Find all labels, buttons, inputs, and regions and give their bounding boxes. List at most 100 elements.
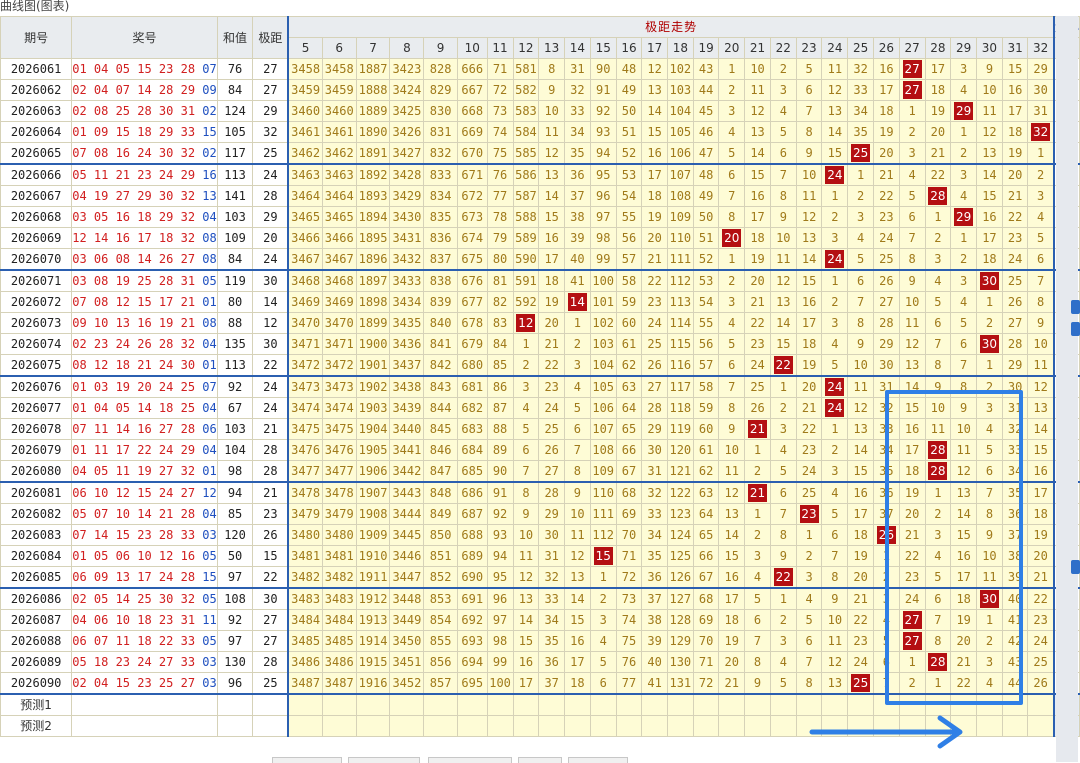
side-toggle-tab[interactable] (1071, 560, 1080, 574)
side-toggle-tab[interactable] (1071, 322, 1080, 336)
predict-cell[interactable] (423, 715, 458, 737)
predict-input-cell[interactable] (71, 715, 218, 737)
predict-cell[interactable] (287, 715, 323, 737)
predict-cell[interactable] (692, 693, 720, 716)
table-row[interactable]: 2026077 01 04 05 14 18 25 04 67 24 3474 3474 1… (0, 397, 1080, 419)
predict-cell[interactable] (589, 693, 617, 716)
predict-cell[interactable] (718, 693, 746, 716)
predict-cell[interactable] (692, 715, 720, 737)
table-row[interactable]: 2026068 03 05 16 18 29 32 04 103 29 3465 3465… (0, 206, 1080, 228)
bottom-button[interactable] (348, 757, 420, 763)
table-row[interactable]: 2026081 06 10 12 15 24 27 12 94 21 3478 3478 1… (0, 481, 1080, 504)
table-row[interactable]: 2026082 05 07 10 14 21 28 04 85 23 3479 3479 1… (0, 503, 1080, 525)
table-row[interactable]: 2026071 03 08 19 25 28 31 05 119 30 3468 3468… (0, 269, 1080, 292)
predict-cell[interactable] (389, 693, 425, 716)
predict-input-cell[interactable] (216, 715, 254, 737)
sum-header[interactable]: 和值 (216, 16, 254, 59)
miss-cell: 22 (898, 545, 926, 567)
predict-input-cell[interactable] (252, 693, 289, 716)
table-row[interactable]: 2026074 02 23 24 26 28 32 04 135 30 3471 3471… (0, 333, 1080, 355)
predict-cell[interactable] (512, 715, 540, 737)
hit-marker: 27 (902, 611, 922, 629)
predict-cell[interactable] (538, 693, 565, 716)
predict-cell[interactable] (744, 693, 771, 716)
predict-cell[interactable] (456, 693, 488, 716)
predict-cell[interactable] (589, 715, 617, 737)
red-balls: 02 08 25 28 30 31 (72, 104, 196, 118)
table-row[interactable]: 2026085 06 09 13 17 24 28 15 97 22 3482 3482 1… (0, 566, 1080, 589)
predict-cell[interactable] (355, 715, 391, 737)
table-row[interactable]: 2026073 09 10 13 16 19 21 08 88 12 3470 3470 1… (0, 312, 1080, 334)
table-row[interactable]: 2026083 07 14 15 23 28 33 03 120 26 3480 3480… (0, 524, 1080, 546)
miss-cell: 69 (692, 609, 720, 631)
table-row[interactable]: 2026069 12 14 16 17 18 32 08 109 20 3466 3466… (0, 227, 1080, 249)
table-row[interactable]: 2026089 05 18 23 24 27 33 03 130 28 3486 3486… (0, 651, 1080, 673)
table-row[interactable]: 2026078 07 11 14 16 27 28 06 103 21 3475 3475… (0, 418, 1080, 440)
table-row[interactable]: 2026062 02 04 07 14 28 29 09 84 27 3459 3459 1… (0, 79, 1080, 101)
table-row[interactable]: 2026086 02 05 14 25 30 32 05 108 30 3483 3483… (0, 587, 1080, 610)
table-row[interactable]: 2026064 01 09 15 18 29 33 15 105 32 3461 3461… (0, 121, 1080, 143)
predict-cell[interactable] (744, 715, 771, 737)
side-toggle-tab[interactable] (1071, 300, 1080, 314)
predict-cell[interactable] (355, 693, 391, 716)
predict-cell[interactable] (615, 693, 643, 716)
table-row[interactable]: 2026090 02 04 15 23 25 27 03 96 25 3487 3487 1… (0, 672, 1080, 695)
predict-cell[interactable] (564, 715, 591, 737)
predict-cell[interactable] (538, 715, 565, 737)
table-row[interactable]: 2026067 04 19 27 29 30 32 13 141 28 3464 3464… (0, 185, 1080, 207)
predict-cell[interactable] (423, 693, 458, 716)
table-row[interactable]: 2026070 03 06 08 14 26 27 08 84 24 3467 3467 1… (0, 248, 1080, 271)
predict-cell[interactable] (615, 715, 643, 737)
bottom-button[interactable] (568, 757, 628, 763)
predict-cell[interactable] (976, 693, 1003, 716)
bottom-button[interactable] (518, 757, 562, 763)
table-row[interactable]: 2026066 05 11 21 23 24 29 16 113 24 3463 3463… (0, 163, 1080, 186)
miss-cell: 45 (692, 100, 720, 122)
predict-cell[interactable] (1001, 693, 1029, 716)
table-row[interactable]: 2026072 07 08 12 15 17 21 01 80 14 3469 3469 1… (0, 291, 1080, 313)
predict-cell[interactable] (321, 715, 357, 737)
predict-cell[interactable] (769, 693, 797, 716)
predict-cell[interactable] (641, 693, 668, 716)
issue-header[interactable]: 期号 (0, 16, 73, 59)
miss-cell: 14 (538, 185, 565, 207)
predict-cell[interactable] (564, 693, 591, 716)
table-row[interactable]: 2026063 02 08 25 28 30 31 02 124 29 3460 3460… (0, 100, 1080, 122)
table-row[interactable]: 2026065 07 08 16 24 30 32 02 117 25 3462 3462… (0, 142, 1080, 165)
table-row[interactable]: 2026087 04 06 10 18 23 31 11 92 27 3484 3484 1… (0, 609, 1080, 631)
bottom-button[interactable] (272, 757, 342, 763)
predict-cell[interactable] (486, 715, 514, 737)
bottom-button[interactable] (428, 757, 512, 763)
table-row[interactable]: 2026084 01 05 06 10 12 16 05 50 15 3481 3481 1… (0, 545, 1080, 567)
predict-input-cell[interactable] (71, 693, 218, 716)
table-row[interactable]: 2026088 06 07 11 18 22 33 05 97 27 3485 3485 1… (0, 630, 1080, 652)
predict-cell[interactable] (512, 693, 540, 716)
miss-cell: 7 (744, 630, 771, 652)
predict-cell[interactable] (1027, 715, 1055, 737)
table-row[interactable]: 2026080 04 05 11 19 27 32 01 98 28 3477 3477 1… (0, 460, 1080, 483)
table-row[interactable]: 2026079 01 11 17 22 24 29 04 104 28 3476 3476… (0, 439, 1080, 461)
table-row[interactable]: 2026076 01 03 19 20 24 25 07 92 24 3473 3473 1… (0, 375, 1080, 398)
predict-cell[interactable] (389, 715, 425, 737)
predict-cell[interactable] (287, 693, 323, 716)
table-row[interactable]: 2026061 01 04 05 15 23 28 07 76 27 3458 3458 1… (0, 58, 1080, 80)
predict-cell[interactable] (1027, 693, 1055, 716)
predict-cell[interactable] (641, 715, 668, 737)
predict-cell[interactable] (321, 693, 357, 716)
predict-input-cell[interactable] (216, 693, 254, 716)
predict-cell[interactable] (769, 715, 797, 737)
predict-cell[interactable] (666, 715, 694, 737)
miss-cell: 1893 (355, 185, 391, 207)
predict-cell[interactable] (666, 693, 694, 716)
span-header[interactable]: 极距 (252, 16, 289, 59)
predict-cell[interactable] (1001, 715, 1029, 737)
predict-input-cell[interactable] (252, 715, 289, 737)
predict-cell[interactable] (486, 693, 514, 716)
predict-cell[interactable] (456, 715, 488, 737)
predict-cell[interactable] (976, 715, 1003, 737)
miss-cell: 15 (1027, 439, 1055, 461)
table-row[interactable]: 2026075 08 12 18 21 24 30 01 113 22 3472 3472… (0, 354, 1080, 377)
miss-cell: 675 (456, 248, 488, 271)
predict-cell[interactable] (718, 715, 746, 737)
miss-cell: 1915 (355, 651, 391, 673)
